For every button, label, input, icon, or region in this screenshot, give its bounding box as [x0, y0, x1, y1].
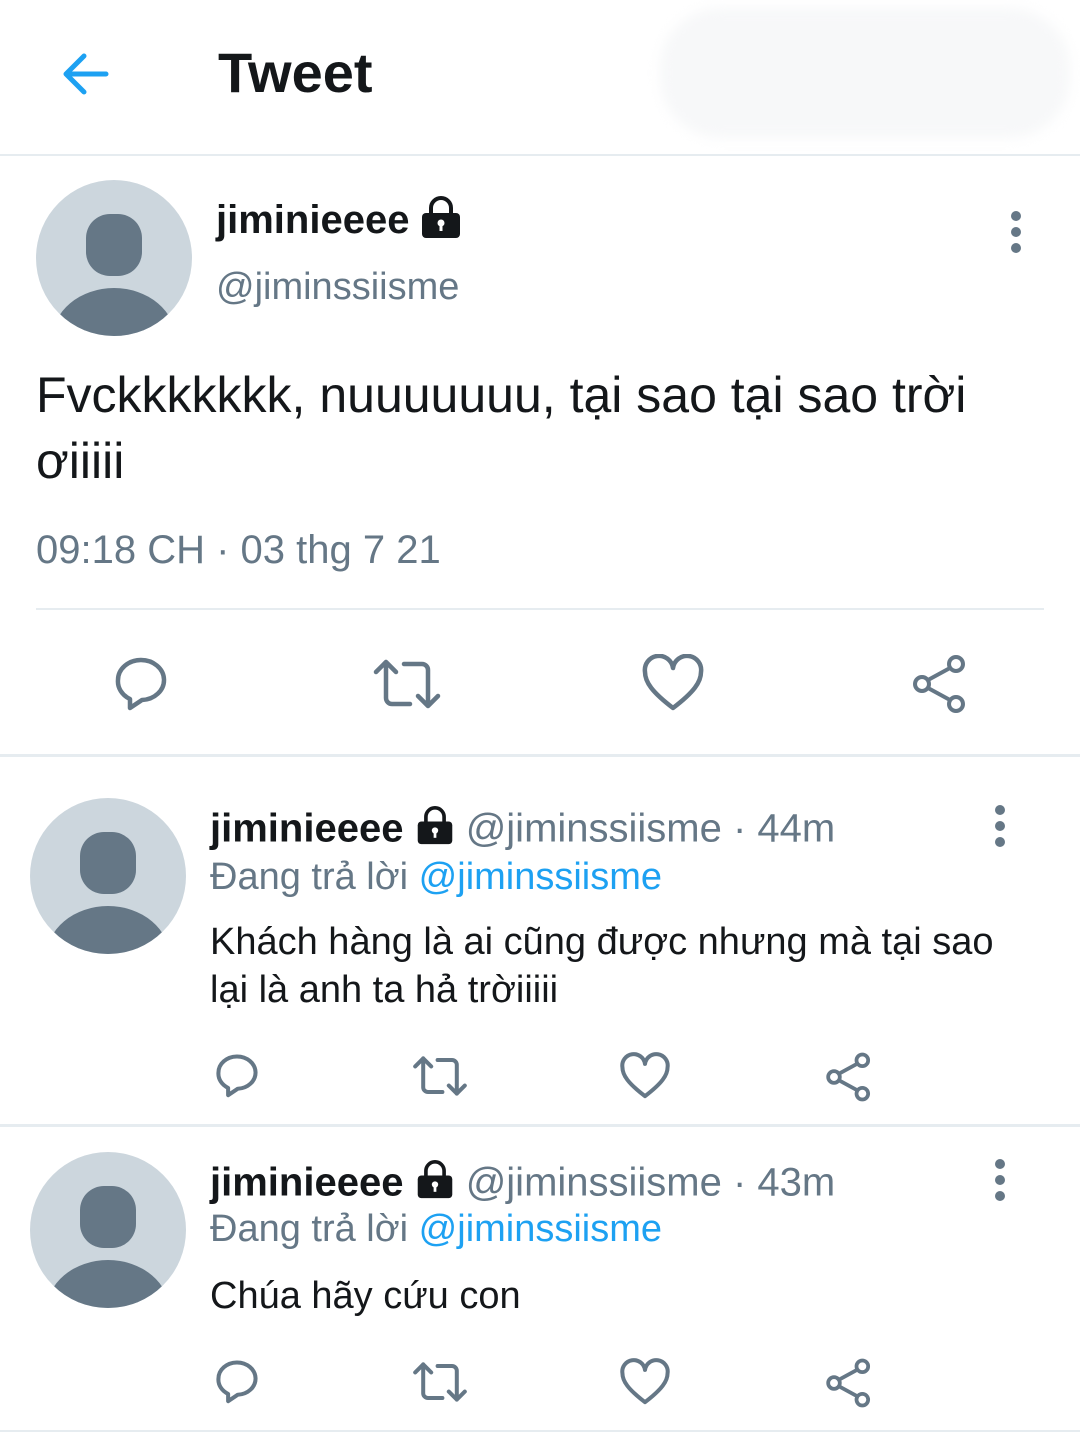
top-bar: Tweet [0, 0, 1080, 156]
reply-age: · 44m [732, 806, 836, 851]
tweet-text: Fvckkkkkkk, nuuuuuuu, tại sao tại sao tr… [36, 367, 967, 489]
divider [0, 754, 1080, 757]
user-handle[interactable]: @jiminssiisme [466, 807, 722, 851]
avatar[interactable] [30, 1152, 186, 1308]
share-icon[interactable] [824, 1358, 874, 1413]
like-icon[interactable] [642, 653, 704, 717]
mention-link[interactable]: @jiminssiisme [419, 856, 662, 898]
more-vertical-icon[interactable] [980, 1156, 1020, 1204]
reply-age: · 43m [732, 1160, 836, 1205]
reply-header: jiminieeee @jiminssiisme · 43m [210, 1160, 835, 1210]
retweet-icon[interactable] [412, 1358, 468, 1411]
share-icon[interactable] [910, 654, 970, 719]
reply-icon[interactable] [212, 1356, 262, 1411]
replying-to-label: Đang trả lời [210, 1208, 409, 1250]
divider [0, 1430, 1080, 1432]
user-handle[interactable]: @jiminssiisme [216, 266, 459, 309]
reply-text: Khách hàng là ai cũng được nhưng mà tại … [210, 921, 994, 1011]
more-vertical-icon[interactable] [980, 802, 1020, 850]
reply-icon[interactable] [212, 1050, 262, 1105]
display-name[interactable]: jiminieeee [210, 1161, 403, 1205]
lock-icon [415, 806, 455, 856]
page-title: Tweet [218, 41, 373, 104]
replying-to: Đang trả lời @jiminssiisme [210, 1208, 662, 1251]
like-icon[interactable] [620, 1052, 670, 1105]
retweet-icon[interactable] [412, 1052, 468, 1105]
display-name[interactable]: jiminieeee [210, 807, 403, 851]
display-name[interactable]: jiminieeee [216, 198, 409, 243]
lock-icon [415, 1160, 455, 1210]
back-arrow-icon[interactable] [56, 44, 116, 104]
divider [0, 1124, 1080, 1127]
reply-icon[interactable] [110, 652, 172, 719]
avatar[interactable] [30, 798, 186, 954]
user-handle[interactable]: @jiminssiisme [466, 1161, 722, 1205]
redacted-area [660, 8, 1070, 138]
reply-text: Chúa hãy cứu con [210, 1275, 521, 1317]
lock-icon [420, 196, 462, 245]
avatar[interactable] [36, 180, 192, 336]
mention-link[interactable]: @jiminssiisme [419, 1208, 662, 1250]
replying-to: Đang trả lời @jiminssiisme [210, 856, 662, 899]
tweet-timestamp[interactable]: 09:18 CH · 03 thg 7 21 [36, 528, 441, 573]
reply-header: jiminieeee @jiminssiisme · 44m [210, 806, 835, 856]
more-vertical-icon[interactable] [996, 208, 1036, 256]
replying-to-label: Đang trả lời [210, 856, 409, 898]
retweet-icon[interactable] [372, 654, 442, 719]
share-icon[interactable] [824, 1052, 874, 1107]
divider [36, 608, 1044, 610]
like-icon[interactable] [620, 1358, 670, 1411]
